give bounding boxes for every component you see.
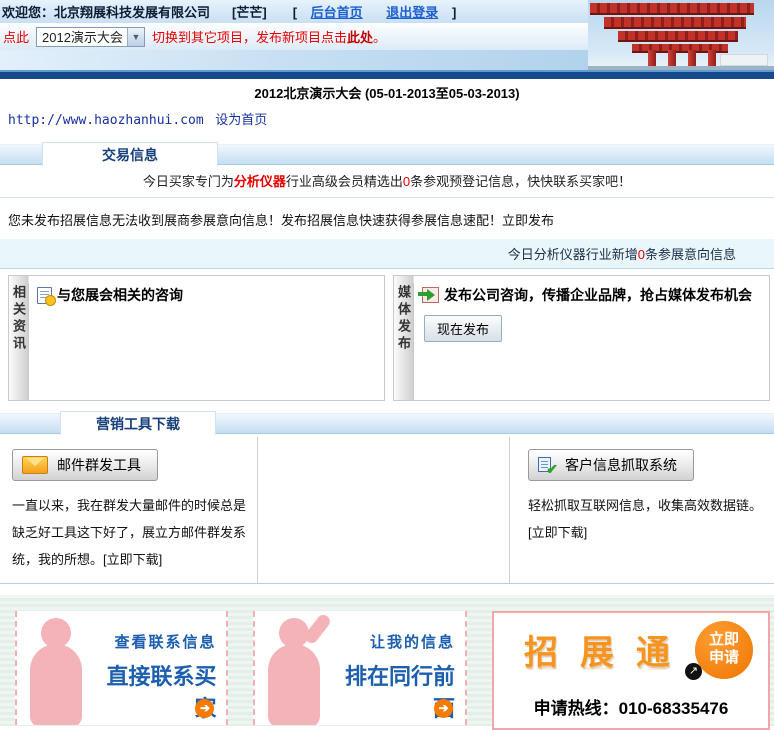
bracket-close: ] [452, 5, 456, 20]
email-tool-desc: 一直以来，我在群发大量邮件的时候总是缺乏好工具这下好了，展立方邮件群发系统，我的… [12, 492, 248, 573]
info-boxes-row: 相关资讯 与您展会相关的咨询 媒体发布 发布公司咨询，传播企业品牌，抢占媒体发布… [0, 269, 774, 401]
tools-tab-strip: 营销工具下载 [0, 413, 774, 434]
related-news-body: 与您展会相关的咨询 [29, 275, 385, 401]
email-tool-label: 邮件群发工具 [57, 455, 141, 475]
chevron-down-icon: ▼ [127, 28, 144, 46]
tab-trade-info[interactable]: 交易信息 [42, 142, 218, 166]
media-publish-title-row: 发布公司咨询，传播企业品牌，抢占媒体发布机会 [422, 285, 761, 305]
middle-column [258, 437, 510, 583]
switch-text: 切换到其它项目，发布新项目点击 [152, 27, 347, 46]
admin-home-link[interactable]: 后台首页 [311, 5, 363, 20]
related-news-vertical-label: 相关资讯 [8, 275, 29, 401]
username-text: [芒芒] [232, 2, 267, 21]
trade-tab-strip: 交易信息 [0, 144, 774, 165]
email-tool-button[interactable]: 邮件群发工具 [12, 449, 158, 481]
click-here-text: 点此 [3, 27, 29, 46]
zhaozhantong-banner[interactable]: 招展通 招展通 立即 申请 ↗ 申请热线：010-68335476 [492, 611, 770, 730]
tab-marketing-tools[interactable]: 营销工具下载 [60, 411, 216, 435]
arrow-right-icon: ➔ [434, 699, 453, 718]
contact-buyers-banner[interactable]: 查看联系信息 直接联系买家 ➔ [15, 611, 228, 725]
publish-notice: 您未发布招展信息无法收到展商参展意向信息！发布招展信息快速获得参展信息速配！立即… [0, 198, 774, 231]
promo-text: 行业高级会员精选出 [286, 174, 403, 189]
apply-now-badge[interactable]: 立即 申请 [695, 621, 753, 679]
hotline: 申请热线：010-68335476 [494, 694, 768, 719]
publish-now-link[interactable]: 立即发布 [502, 213, 554, 228]
grab-tool-label: 客户信息抓取系统 [565, 455, 677, 475]
contact-buyers-line1: 查看联系信息 [99, 631, 216, 652]
trade-promo-line: 今日买家专门为分析仪器行业高级会员精选出0条参观预登记信息，快快联系买家吧！ [0, 165, 774, 198]
bracket-open: [ [293, 5, 297, 20]
grab-tool-column: ✔ 客户信息抓取系统 轻松抓取互联网信息，收集高效数据链。 [立即下载] [510, 437, 774, 583]
document-icon [37, 287, 52, 304]
project-select-value: 2012演示大会 [37, 27, 127, 46]
switch-period: 。 [373, 27, 386, 46]
arrow-up-right-icon: ↗ [685, 663, 702, 680]
welcome-text: 欢迎您：北京翔展科技发展有限公司 [2, 2, 210, 21]
related-news-box: 相关资讯 与您展会相关的咨询 [8, 275, 385, 401]
rank-first-line1: 让我的信息 [337, 631, 454, 652]
nav-bar [0, 70, 774, 79]
hotline-number: 010-68335476 [619, 699, 729, 718]
promo-banner-area: 查看联系信息 直接联系买家 ➔ 让我的信息 排在同行前面 ➔ 招展通 招展通 立… [0, 595, 774, 726]
media-publish-title: 发布公司咨询，传播企业品牌，抢占媒体发布机会 [444, 285, 752, 305]
header-links: [ 后台首页 退出登录 ] [293, 2, 457, 21]
stat-count: 0 [638, 247, 645, 262]
media-publish-vertical-label: 媒体发布 [393, 275, 414, 401]
person-waving-icon [255, 611, 337, 725]
url-row: http://www.haozhanhui.com 设为首页 [0, 104, 774, 132]
stat-text: 条参展意向信息 [645, 247, 736, 262]
email-tool-download-link[interactable]: [立即下载] [103, 552, 162, 567]
apply-now-line1: 立即 [695, 631, 753, 649]
capture-check-icon: ✔ [538, 456, 556, 474]
publish-arrow-icon [422, 287, 439, 303]
related-news-title: 与您展会相关的咨询 [57, 285, 183, 305]
publish-now-button[interactable]: 现在发布 [424, 315, 502, 342]
project-select[interactable]: 2012演示大会 ▼ [36, 27, 145, 47]
grab-tool-download-link[interactable]: [立即下载] [528, 525, 587, 540]
media-publish-body: 发布公司咨询，传播企业品牌，抢占媒体发布机会 现在发布 [414, 275, 770, 401]
switch-here-link[interactable]: 此处 [347, 27, 373, 46]
set-homepage-link[interactable]: 设为首页 [215, 112, 267, 127]
email-tool-column: 邮件群发工具 一直以来，我在群发大量邮件的时候总是缺乏好工具这下好了，展立方邮件… [0, 437, 258, 583]
grab-tool-desc-text: 轻松抓取互联网信息，收集高效数据链。 [528, 498, 762, 513]
grab-tool-desc: 轻松抓取互联网信息，收集高效数据链。 [立即下载] [528, 492, 764, 546]
promo-text: 条参观预登记信息，快快联系买家吧！ [410, 174, 631, 189]
person-silhouette-icon [17, 611, 99, 725]
notice-text: 您未发布招展信息无法收到展商参展意向信息！发布招展信息快速获得参展信息速配！ [8, 213, 502, 228]
site-url-link[interactable]: http://www.haozhanhui.com [8, 113, 204, 128]
hotline-label: 申请热线： [534, 699, 619, 718]
promo-text: 今日买家专门为 [143, 174, 234, 189]
download-tools-row: 邮件群发工具 一直以来，我在群发大量邮件的时候总是缺乏好工具这下好了，展立方邮件… [0, 437, 774, 584]
event-title: 2012北京演示大会 (05-01-2013至05-03-2013) [0, 79, 774, 104]
stat-text: 今日分析仪器行业新增 [508, 247, 638, 262]
intent-stat-strip: 今日分析仪器行业新增0条参展意向信息 [0, 239, 774, 269]
logout-link[interactable]: 退出登录 [386, 5, 438, 20]
header: 欢迎您：北京翔展科技发展有限公司 [芒芒] [ 后台首页 退出登录 ] 点此 2… [0, 0, 774, 70]
rank-first-banner[interactable]: 让我的信息 排在同行前面 ➔ [253, 611, 466, 725]
page: 欢迎您：北京翔展科技发展有限公司 [芒芒] [ 后台首页 退出登录 ] 点此 2… [0, 0, 774, 670]
expo-pavilion-image [588, 0, 774, 70]
related-news-title-row[interactable]: 与您展会相关的咨询 [37, 285, 376, 305]
grab-tool-button[interactable]: ✔ 客户信息抓取系统 [528, 449, 694, 481]
mail-icon [22, 456, 48, 474]
apply-now-line2: 申请 [695, 649, 753, 667]
media-publish-box: 媒体发布 发布公司咨询，传播企业品牌，抢占媒体发布机会 现在发布 [393, 275, 770, 401]
promo-industry-highlight: 分析仪器 [234, 174, 286, 189]
